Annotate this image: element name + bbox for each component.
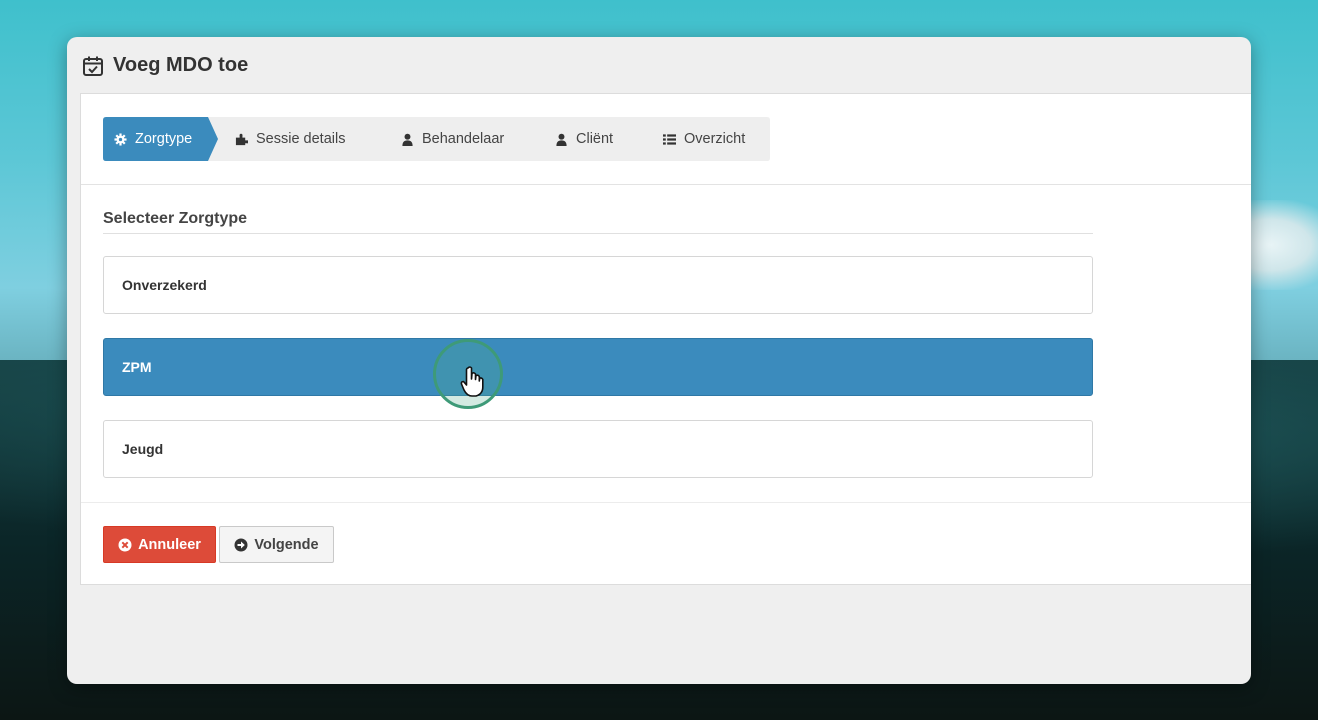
option-jeugd[interactable]: Jeugd: [103, 420, 1093, 478]
wizard-panel: Zorgtype Sessie details Behandelaar Clië…: [80, 93, 1251, 585]
step-overzicht[interactable]: Overzicht: [630, 117, 770, 161]
calendar-check-icon: [83, 56, 103, 76]
puzzle-icon: [235, 133, 248, 145]
next-button-label: Volgende: [254, 536, 319, 553]
step-sessie-details[interactable]: Sessie details: [208, 117, 380, 161]
step-client[interactable]: Cliënt: [521, 117, 642, 161]
arrow-circle-right-icon: [234, 538, 248, 551]
list-icon: [663, 133, 676, 145]
step-behandelaar[interactable]: Behandelaar: [368, 117, 533, 161]
modal-title: Voeg MDO toe: [113, 54, 249, 76]
step-zorgtype[interactable]: Zorgtype: [103, 117, 220, 161]
option-zpm[interactable]: ZPM: [103, 338, 1093, 396]
hand-cursor-icon: [460, 366, 484, 397]
section-title: Selecteer Zorgtype: [103, 210, 1093, 234]
user-icon: [556, 133, 567, 146]
cancel-button-label: Annuleer: [138, 536, 201, 553]
user-icon: [402, 133, 413, 146]
step-overzicht-label: Overzicht: [684, 131, 746, 147]
gear-icon: [114, 132, 127, 146]
footer-divider: [81, 502, 1251, 503]
step-zorgtype-label: Zorgtype: [135, 131, 193, 147]
step-client-label: Cliënt: [576, 131, 614, 147]
modal-header: Voeg MDO toe: [67, 37, 1251, 94]
option-onverzekerd[interactable]: Onverzekerd: [103, 256, 1093, 314]
cancel-button[interactable]: Annuleer: [103, 526, 216, 563]
times-circle-icon: [118, 538, 132, 551]
wizard-steps: Zorgtype Sessie details Behandelaar Clië…: [81, 94, 1251, 185]
step-sessie-details-label: Sessie details: [256, 131, 346, 147]
next-button[interactable]: Volgende: [219, 526, 334, 563]
step-behandelaar-label: Behandelaar: [422, 131, 505, 147]
add-mdo-modal: Voeg MDO toe Zorgtype Sessie details Beh…: [67, 37, 1251, 684]
